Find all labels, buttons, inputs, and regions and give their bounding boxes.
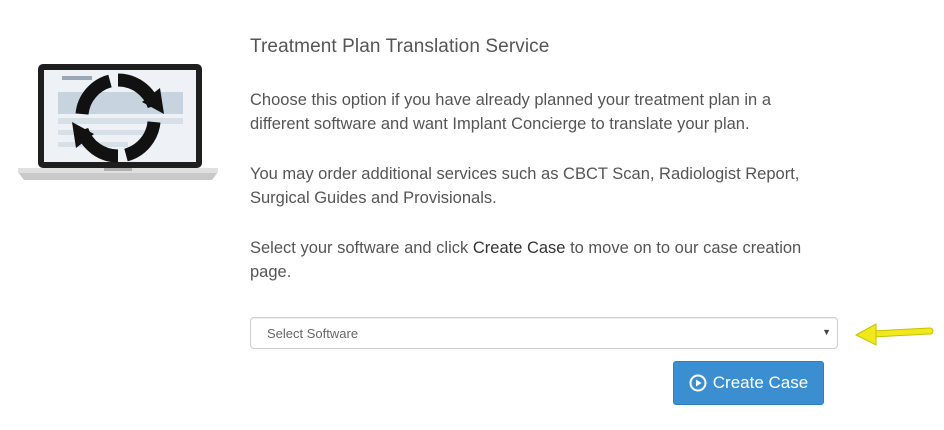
paragraph-3-text-start: Select your software and click	[250, 239, 473, 257]
laptop-image	[18, 62, 218, 182]
service-description: Treatment Plan Translation Service Choos…	[250, 36, 850, 281]
description-paragraph-3: Select your software and click Create Ca…	[250, 236, 840, 284]
description-paragraph-1: Choose this option if you have already p…	[250, 91, 771, 133]
description-paragraph-2: You may order additional services such a…	[250, 165, 800, 207]
create-case-button[interactable]: Create Case	[673, 361, 824, 405]
create-case-emphasis: Create Case	[472, 239, 566, 257]
software-select[interactable]: Select Software ▼	[250, 317, 838, 349]
highlight-arrow-icon	[854, 323, 934, 346]
create-case-label: Create Case	[712, 373, 809, 392]
play-circle-icon	[689, 374, 707, 392]
refresh-icon	[72, 73, 164, 163]
software-select-value: Select Software	[267, 326, 359, 341]
chevron-down-icon: ▼	[822, 327, 831, 337]
page-title: Treatment Plan Translation Service	[250, 36, 550, 57]
